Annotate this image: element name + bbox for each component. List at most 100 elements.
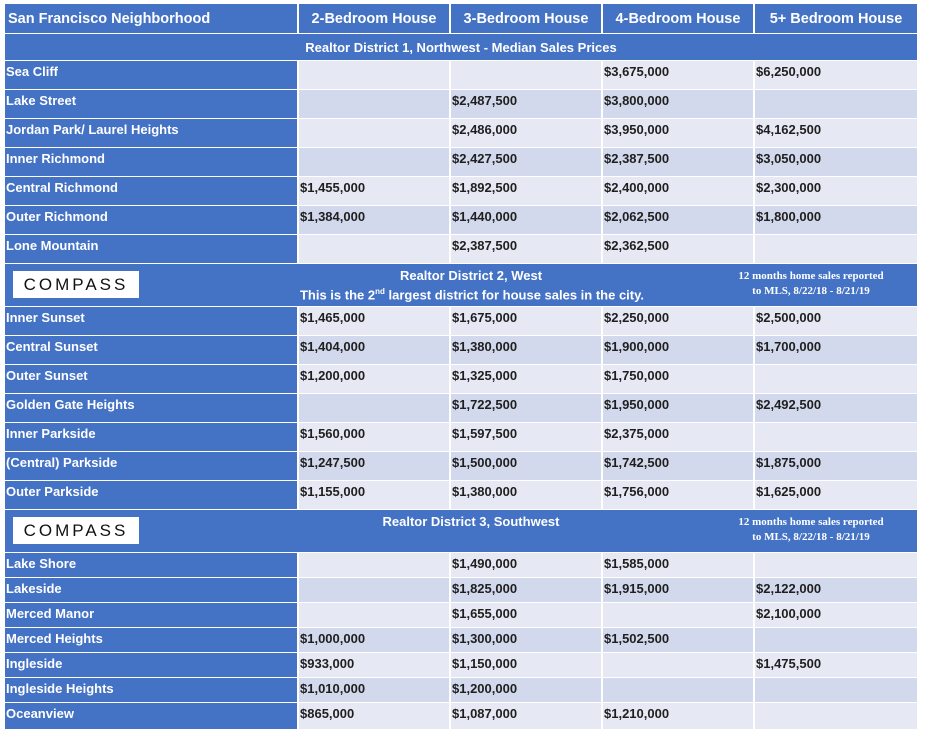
price-5-bedroom: $4,162,500 <box>753 119 917 147</box>
table-row: Lone Mountain $2,387,500 $2,362,500 <box>5 234 917 263</box>
district-3-band: COMPASS Realtor District 3, Southwest 12… <box>5 509 917 552</box>
price-5-bedroom: $6,250,000 <box>753 61 917 89</box>
table-row: Inner Parkside $1,560,000 $1,597,500 $2,375… <box>5 422 917 451</box>
neighborhood-cell: Ingleside <box>5 653 297 677</box>
neighborhood-cell: Golden Gate Heights <box>5 394 297 422</box>
price-2-bedroom: $1,384,000 <box>297 206 449 234</box>
price-5-bedroom: $2,122,000 <box>753 578 917 602</box>
price-2-bedroom <box>297 578 449 602</box>
district-3-title: Realtor District 3, Southwest <box>382 514 560 529</box>
neighborhood-cell: Oceanview <box>5 703 297 729</box>
price-5-bedroom <box>753 423 917 451</box>
price-4-bedroom: $2,362,500 <box>601 235 753 263</box>
neighborhood-cell: Merced Heights <box>5 628 297 652</box>
price-2-bedroom: $1,560,000 <box>297 423 449 451</box>
price-5-bedroom <box>753 703 917 729</box>
price-2-bedroom: $1,200,000 <box>297 365 449 393</box>
price-2-bedroom <box>297 148 449 176</box>
price-4-bedroom: $2,375,000 <box>601 423 753 451</box>
neighborhood-cell: Lakeside <box>5 578 297 602</box>
neighborhood-cell: Merced Manor <box>5 603 297 627</box>
price-4-bedroom: $2,062,500 <box>601 206 753 234</box>
price-3-bedroom: $1,597,500 <box>449 423 601 451</box>
subtitle-superscript: nd <box>375 287 385 296</box>
neighborhood-cell: Outer Richmond <box>5 206 297 234</box>
price-4-bedroom <box>601 603 753 627</box>
price-2-bedroom: $1,010,000 <box>297 678 449 702</box>
note-line-2: to MLS, 8/22/18 - 8/21/19 <box>752 531 870 543</box>
neighborhood-cell: Outer Parkside <box>5 481 297 509</box>
price-2-bedroom <box>297 603 449 627</box>
table-row: Sea Cliff $3,675,000 $6,250,000 <box>5 60 917 89</box>
price-3-bedroom: $2,486,000 <box>449 119 601 147</box>
neighborhood-cell: Inner Sunset <box>5 307 297 335</box>
neighborhood-cell: (Central) Parkside <box>5 452 297 480</box>
price-2-bedroom: $933,000 <box>297 653 449 677</box>
price-3-bedroom: $2,487,500 <box>449 90 601 118</box>
price-3-bedroom: $1,087,000 <box>449 703 601 729</box>
table-row: Oceanview $865,000 $1,087,000 $1,210,000 <box>5 702 917 729</box>
price-4-bedroom: $1,742,500 <box>601 452 753 480</box>
district-2-rows: Inner Sunset $1,465,000 $1,675,000 $2,250,0… <box>5 306 917 509</box>
price-5-bedroom: $3,050,000 <box>753 148 917 176</box>
price-2-bedroom <box>297 235 449 263</box>
price-3-bedroom: $2,387,500 <box>449 235 601 263</box>
neighborhood-cell: Inner Richmond <box>5 148 297 176</box>
price-5-bedroom <box>753 365 917 393</box>
table-row: Lake Shore $1,490,000 $1,585,000 <box>5 552 917 577</box>
price-4-bedroom: $3,950,000 <box>601 119 753 147</box>
neighborhood-cell: Central Sunset <box>5 336 297 364</box>
price-5-bedroom: $2,500,000 <box>753 307 917 335</box>
price-4-bedroom: $2,387,500 <box>601 148 753 176</box>
price-4-bedroom: $1,900,000 <box>601 336 753 364</box>
price-3-bedroom: $1,200,000 <box>449 678 601 702</box>
price-4-bedroom: $1,585,000 <box>601 553 753 577</box>
table-row: Inner Sunset $1,465,000 $1,675,000 $2,250,0… <box>5 306 917 335</box>
price-2-bedroom <box>297 90 449 118</box>
price-4-bedroom: $1,750,000 <box>601 365 753 393</box>
table-row: Inner Richmond $2,427,500 $2,387,500 $3,050… <box>5 147 917 176</box>
header-5-bedroom: 5+ Bedroom House <box>753 4 917 33</box>
price-4-bedroom: $2,400,000 <box>601 177 753 205</box>
price-2-bedroom: $1,455,000 <box>297 177 449 205</box>
price-4-bedroom: $1,756,000 <box>601 481 753 509</box>
neighborhood-cell: Lone Mountain <box>5 235 297 263</box>
neighborhood-cell: Outer Sunset <box>5 365 297 393</box>
compass-logo: COMPASS <box>13 271 139 298</box>
compass-logo: COMPASS <box>13 517 139 544</box>
table-row: Ingleside $933,000 $1,150,000 $1,475,500 <box>5 652 917 677</box>
district-3-rows: Lake Shore $1,490,000 $1,585,000 Lakeside $1… <box>5 552 917 729</box>
price-3-bedroom: $1,300,000 <box>449 628 601 652</box>
price-4-bedroom: $1,210,000 <box>601 703 753 729</box>
district-3-note: 12 months home sales reported to MLS, 8/… <box>711 515 911 545</box>
header-2-bedroom: 2-Bedroom House <box>297 4 449 33</box>
price-4-bedroom: $1,502,500 <box>601 628 753 652</box>
price-4-bedroom <box>601 653 753 677</box>
price-5-bedroom: $2,300,000 <box>753 177 917 205</box>
price-5-bedroom: $1,800,000 <box>753 206 917 234</box>
district-2-note: 12 months home sales reported to MLS, 8/… <box>711 269 911 299</box>
district-1-rows: Sea Cliff $3,675,000 $6,250,000 Lake Street… <box>5 60 917 263</box>
header-4-bedroom: 4-Bedroom House <box>601 4 753 33</box>
table-header-row: San Francisco Neighborhood 2-Bedroom Hou… <box>5 4 917 33</box>
price-2-bedroom <box>297 394 449 422</box>
price-3-bedroom: $1,325,000 <box>449 365 601 393</box>
price-5-bedroom: $1,475,500 <box>753 653 917 677</box>
subtitle-text: This is the 2 <box>299 287 376 303</box>
price-4-bedroom <box>601 678 753 702</box>
table-row: Lake Street $2,487,500 $3,800,000 <box>5 89 917 118</box>
price-3-bedroom: $1,380,000 <box>449 481 601 509</box>
table-row: Outer Richmond $1,384,000 $1,440,000 $2,062… <box>5 205 917 234</box>
table-row: Central Richmond $1,455,000 $1,892,500 $2,4… <box>5 176 917 205</box>
note-line-2: to MLS, 8/22/18 - 8/21/19 <box>752 285 870 297</box>
price-5-bedroom <box>753 90 917 118</box>
table-row: Central Sunset $1,404,000 $1,380,000 $1,900… <box>5 335 917 364</box>
median-prices-table: San Francisco Neighborhood 2-Bedroom Hou… <box>5 4 917 729</box>
table-row: Jordan Park/ Laurel Heights $2,486,000 $3,… <box>5 118 917 147</box>
price-5-bedroom <box>753 628 917 652</box>
price-3-bedroom <box>449 61 601 89</box>
header-3-bedroom: 3-Bedroom House <box>449 4 601 33</box>
neighborhood-cell: Inner Parkside <box>5 423 297 451</box>
price-3-bedroom: $1,380,000 <box>449 336 601 364</box>
price-4-bedroom: $3,675,000 <box>601 61 753 89</box>
